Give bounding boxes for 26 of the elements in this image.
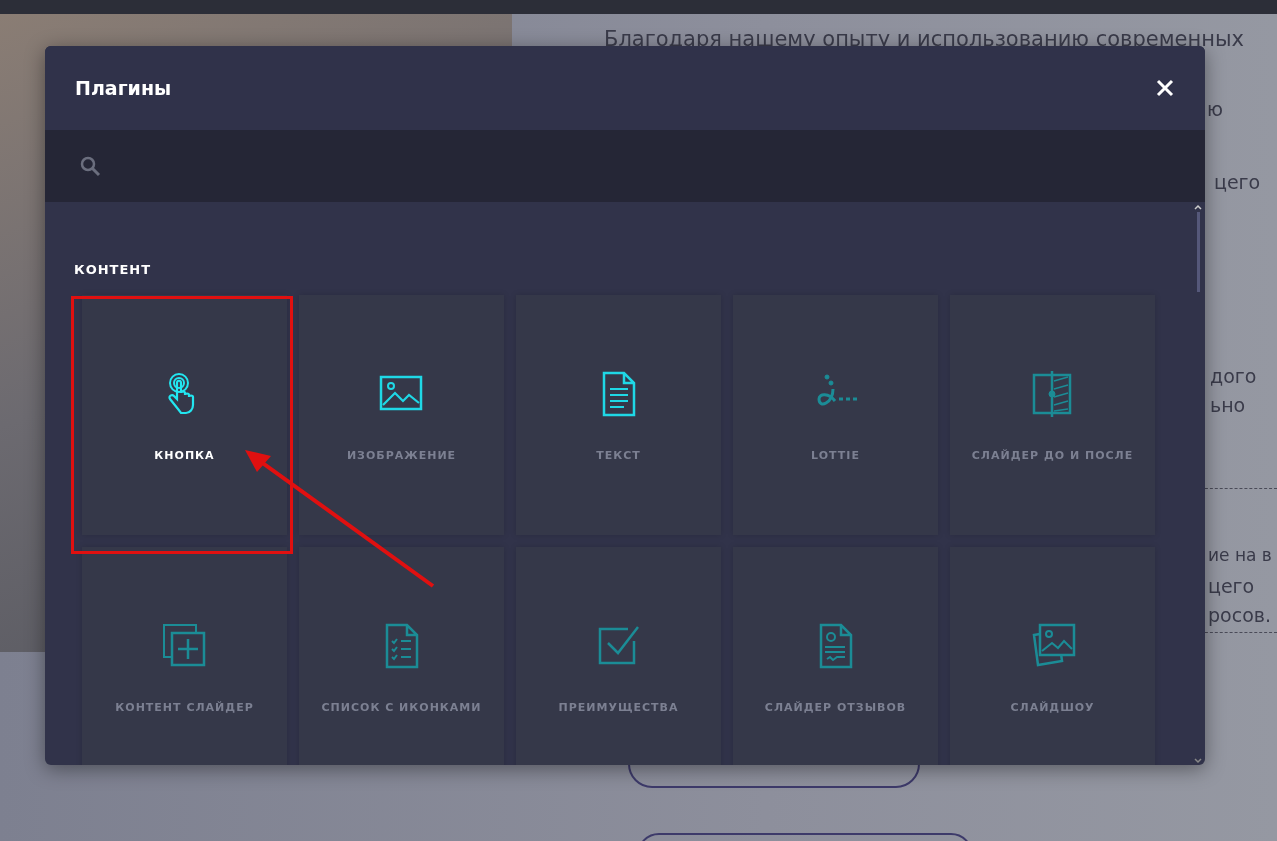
plugin-tile[interactable]: КОНТЕНТ СЛАЙДЕР — [82, 547, 287, 765]
scroll-down-icon[interactable] — [1194, 758, 1202, 764]
search-field[interactable] — [45, 130, 1205, 202]
plugin-tile[interactable]: LOTTIE — [733, 295, 938, 535]
scrollbar[interactable] — [1193, 204, 1203, 764]
page-text: цего — [1214, 171, 1261, 193]
section-heading: КОНТЕНТ — [74, 262, 153, 277]
page-text: ю — [1207, 98, 1223, 120]
plugin-tile[interactable]: КНОПКА — [82, 295, 287, 535]
plugin-tile[interactable]: ТЕКСТ — [516, 295, 721, 535]
plugin-tile[interactable]: СЛАЙДЕР ОТЗЫВОВ — [733, 547, 938, 765]
close-icon[interactable] — [1155, 78, 1175, 98]
page-text: ьно — [1210, 394, 1246, 416]
page-text: росов. — [1208, 604, 1271, 626]
plugin-tile[interactable]: СЛАЙДШОУ — [950, 547, 1155, 765]
plugin-tile[interactable]: ИЗОБРАЖЕНИЕ — [299, 295, 504, 535]
page-text: Благодаря нашему опыту и использованию современных — [604, 27, 1244, 51]
plugin-tile[interactable]: СПИСОК С ИКОНКАМИ — [299, 547, 504, 765]
plugin-tile[interactable]: ПРЕИМУЩЕСТВА — [516, 547, 721, 765]
dialog-title: Плагины — [75, 77, 172, 99]
page-text: цего — [1208, 575, 1255, 597]
plugin-tile[interactable]: СЛАЙДЕР ДО И ПОСЛЕ — [950, 295, 1155, 535]
scroll-up-icon[interactable] — [1194, 204, 1202, 210]
page-text: дого — [1210, 365, 1257, 387]
search-icon — [79, 155, 101, 177]
page-text: ие на в — [1208, 545, 1272, 565]
